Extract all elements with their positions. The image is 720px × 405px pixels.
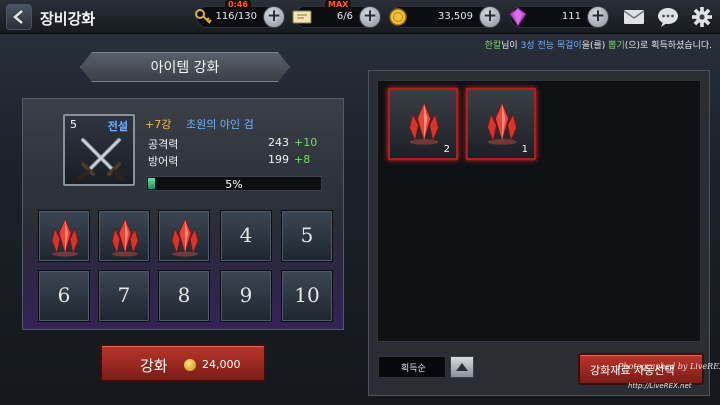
- ticket-icon: [292, 10, 312, 24]
- material-slot-1[interactable]: [38, 210, 90, 262]
- red-crystal-icon: [51, 218, 79, 257]
- slot-number: 8: [177, 283, 191, 307]
- sort-label: 획득순: [401, 364, 426, 374]
- gold-count: 33,509: [438, 11, 473, 22]
- notice-text-3: (으)로 획득하셨습니다.: [624, 41, 712, 51]
- auto-select-materials-button[interactable]: 강화재료 자동선택: [578, 353, 704, 385]
- gem-count: 111: [561, 11, 581, 22]
- equipment-slot-level: 5: [70, 118, 77, 131]
- notice-source: 뽑기: [608, 41, 625, 51]
- material-slot-6[interactable]: 6: [38, 270, 90, 322]
- notice-item: 3성 전능 목걸이: [520, 41, 582, 51]
- enhance-cost: 24,000: [202, 358, 241, 371]
- equipment-portrait[interactable]: 5 전설: [63, 114, 135, 186]
- stat-attack-bonus: +10: [294, 136, 318, 149]
- slot-number: 5: [300, 223, 314, 247]
- stat-defense-row: 방어력 199 +8: [148, 153, 318, 169]
- ticket-max-badge: MAX: [325, 0, 352, 9]
- material-count: 2: [443, 144, 450, 155]
- ticket-resource: MAX 6/6 +: [292, 0, 381, 28]
- material-slot-9[interactable]: 9: [220, 270, 272, 322]
- material-item-2[interactable]: 1: [466, 88, 536, 160]
- stat-defense-label: 방어력: [148, 155, 179, 168]
- red-crystal-icon: [408, 102, 440, 146]
- sort-toggle-button[interactable]: [450, 356, 474, 378]
- slot-number: 4: [239, 223, 253, 247]
- material-slot-3[interactable]: [158, 210, 210, 262]
- key-resource: 0:46 116/130 +: [195, 0, 285, 28]
- purple-gem-icon: [509, 7, 527, 27]
- enhance-panel-header: 아이템 강화: [80, 52, 290, 82]
- mail-icon[interactable]: [622, 6, 646, 28]
- triangle-up-icon: [456, 363, 468, 371]
- add-ticket-button[interactable]: +: [359, 6, 381, 28]
- back-button[interactable]: [6, 4, 32, 30]
- enhance-button-label: 강화: [140, 357, 168, 375]
- material-slot-2[interactable]: [98, 210, 150, 262]
- gem-resource: 111 +: [509, 6, 609, 28]
- chat-icon[interactable]: [656, 6, 680, 28]
- key-count: 116/130: [215, 11, 257, 22]
- key-timer: 0:46: [225, 0, 251, 9]
- stat-attack-label: 공격력: [148, 138, 179, 151]
- stat-attack-value: 243: [268, 136, 289, 149]
- enhance-progress-bar: 5%: [146, 176, 322, 191]
- add-gem-button[interactable]: +: [587, 6, 609, 28]
- material-slot-8[interactable]: 8: [158, 270, 210, 322]
- notice-player: 한칼: [484, 41, 502, 51]
- material-slot-4[interactable]: 4: [220, 210, 272, 262]
- equipment-name: 초원의 야인 검: [186, 118, 254, 131]
- material-slot-5[interactable]: 5: [281, 210, 333, 262]
- material-count: 1: [521, 144, 528, 155]
- system-notice: 한칼님이 3성 전능 목걸이을(를) 뽑기(으)로 획득하셨습니다.: [485, 38, 712, 51]
- sort-dropdown[interactable]: 획득순: [378, 356, 446, 378]
- add-key-button[interactable]: +: [263, 6, 285, 28]
- enhance-panel-title: 아이템 강화: [150, 60, 220, 76]
- enhance-button[interactable]: 강화 24,000: [100, 344, 266, 382]
- top-bar: 장비강화 0:46 116/130 + MAX 6/6 + 33,509 + 1…: [0, 0, 720, 34]
- page-title: 장비강화: [40, 10, 96, 28]
- stat-attack-row: 공격력 243 +10: [148, 136, 318, 152]
- slot-number: 6: [57, 283, 71, 307]
- back-arrow-icon: [13, 10, 23, 24]
- gold-coin-icon: [184, 359, 196, 371]
- auto-select-label: 강화재료 자동선택: [590, 364, 675, 377]
- ticket-count: 6/6: [336, 11, 353, 22]
- slot-number: 10: [294, 283, 320, 307]
- gold-coin-icon: [389, 8, 407, 26]
- material-slot-7[interactable]: 7: [98, 270, 150, 322]
- red-crystal-icon: [111, 218, 139, 257]
- material-item-1[interactable]: 2: [388, 88, 458, 160]
- notice-text-1: 님이: [501, 41, 521, 51]
- gold-resource: 33,509 +: [389, 6, 501, 28]
- notice-text-2: 을(를): [581, 41, 609, 51]
- crossed-swords-icon: [77, 138, 125, 182]
- slot-number: 9: [239, 283, 253, 307]
- material-slot-10[interactable]: 10: [281, 270, 333, 322]
- stat-defense-value: 199: [268, 153, 289, 166]
- enhance-progress-label: 5%: [225, 178, 243, 191]
- key-icon: [195, 9, 212, 24]
- enhance-level: +7강: [145, 118, 172, 131]
- slot-number: 7: [117, 283, 131, 307]
- red-crystal-icon: [171, 218, 199, 257]
- red-crystal-icon: [486, 102, 518, 146]
- add-gold-button[interactable]: +: [479, 6, 501, 28]
- settings-gear-icon[interactable]: [690, 6, 714, 28]
- stat-defense-bonus: +8: [294, 153, 311, 166]
